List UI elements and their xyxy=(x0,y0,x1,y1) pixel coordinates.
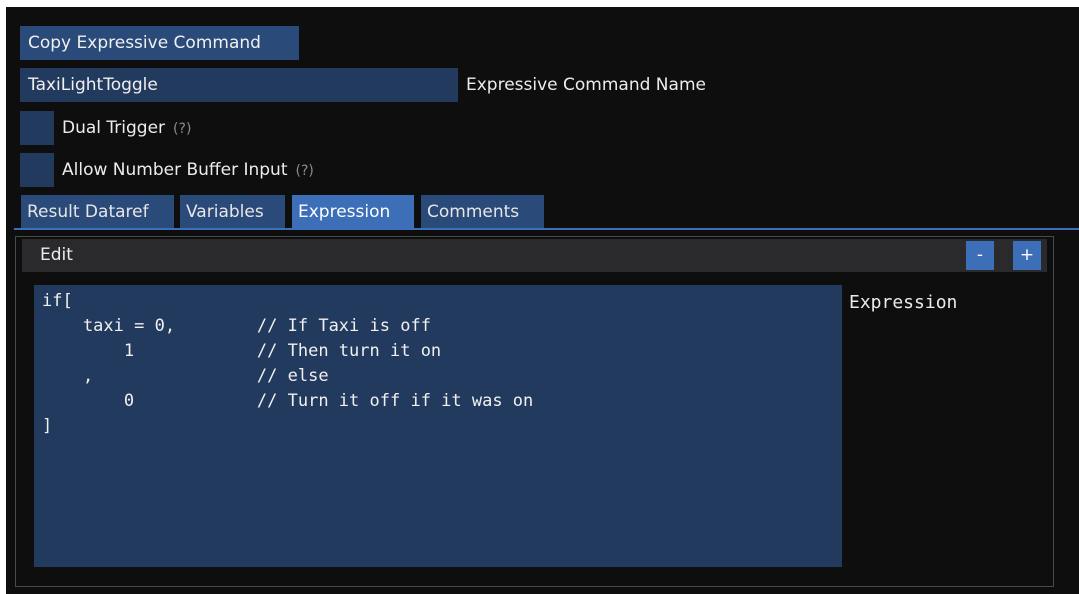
edit-panel-header[interactable] xyxy=(22,239,1047,272)
allow-number-buffer-checkbox[interactable] xyxy=(20,153,54,187)
expression-label: Expression xyxy=(849,292,958,313)
edit-panel-title: Edit xyxy=(40,245,73,265)
expression-code[interactable]: if[ taxi = 0, // If Taxi is off 1 // The… xyxy=(42,289,533,439)
dual-trigger-label: Dual Trigger (?) xyxy=(62,118,192,138)
tab-expression[interactable]: Expression xyxy=(292,195,414,229)
tab-underline xyxy=(14,228,1079,230)
command-name-input[interactable]: TaxiLightToggle xyxy=(20,68,458,102)
tab-result-dataref[interactable]: Result Dataref xyxy=(21,195,174,229)
increase-button[interactable]: + xyxy=(1013,241,1041,270)
dual-trigger-help-icon[interactable]: (?) xyxy=(173,121,191,137)
decrease-button[interactable]: - xyxy=(966,241,994,270)
tab-comments[interactable]: Comments xyxy=(421,195,544,229)
allow-number-buffer-help-icon[interactable]: (?) xyxy=(296,163,314,179)
allow-number-buffer-label: Allow Number Buffer Input (?) xyxy=(62,160,314,180)
dual-trigger-checkbox[interactable] xyxy=(20,111,54,145)
command-name-label: Expressive Command Name xyxy=(466,75,706,95)
copy-expressive-command-button[interactable]: Copy Expressive Command xyxy=(20,26,299,60)
tab-variables[interactable]: Variables xyxy=(180,195,285,229)
